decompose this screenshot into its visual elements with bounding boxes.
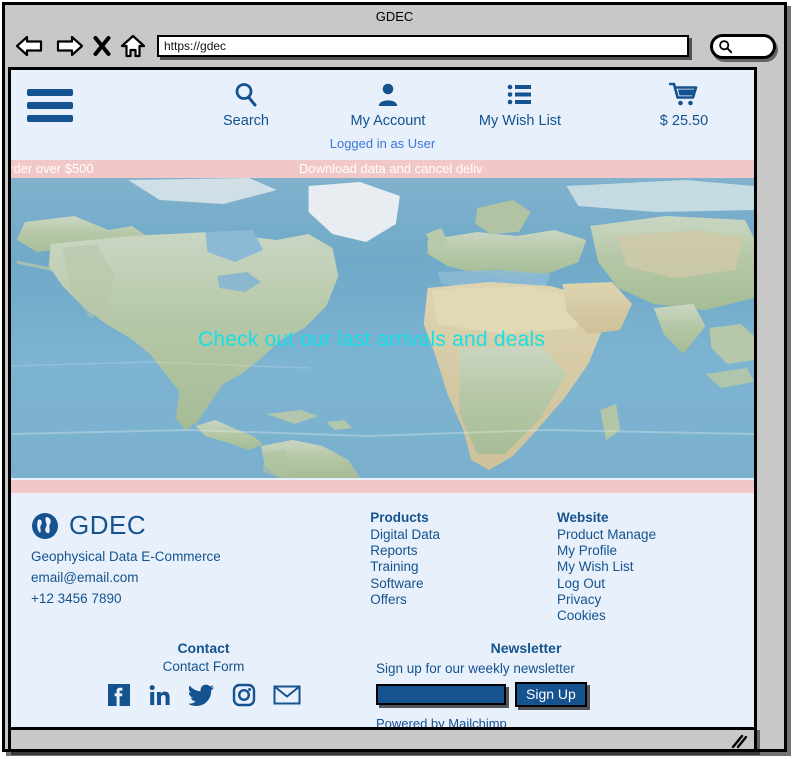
contact-form-link[interactable]: Contact Form bbox=[31, 659, 376, 674]
newsletter-powered-by: Powered by Mailchimp bbox=[376, 716, 507, 727]
email-icon[interactable] bbox=[273, 684, 301, 706]
logged-in-status[interactable]: Logged in as User bbox=[11, 129, 754, 159]
social-links bbox=[31, 683, 376, 707]
footer-link-log-out[interactable]: Log Out bbox=[557, 576, 734, 592]
hamburger-bar bbox=[27, 115, 73, 122]
footer-bottom-row: Contact Contact Form Newsletter Sign up … bbox=[11, 624, 754, 727]
hamburger-bar bbox=[27, 89, 73, 96]
footer-products-column: Products Digital Data Reports Training S… bbox=[370, 510, 557, 624]
promo-message-left: Order over $500 bbox=[11, 161, 94, 176]
brand-tagline: Geophysical Data E-Commerce bbox=[31, 549, 221, 564]
browser-titlebar: GDEC bbox=[5, 5, 784, 27]
nav-label: $ 25.50 bbox=[659, 113, 709, 129]
nav-label: My Account bbox=[350, 113, 426, 129]
newsletter-subtitle: Sign up for our weekly newsletter bbox=[376, 661, 575, 677]
globe-icon bbox=[31, 512, 59, 540]
address-bar[interactable]: https://gdec bbox=[157, 35, 689, 57]
nav-item-cart[interactable]: $ 25.50 bbox=[641, 80, 727, 129]
promo-bar-bottom bbox=[11, 478, 754, 496]
nav-item-my-account[interactable]: My Account bbox=[345, 80, 431, 129]
logged-in-label: Logged in as User bbox=[329, 136, 436, 151]
footer-link-my-profile[interactable]: My Profile bbox=[557, 543, 734, 559]
footer-contact-column: Contact Contact Form bbox=[31, 640, 376, 727]
hamburger-menu-icon[interactable] bbox=[27, 80, 73, 128]
browser-title: GDEC bbox=[375, 8, 414, 24]
nav-label: Search bbox=[223, 113, 269, 129]
address-bar-value: https://gdec bbox=[164, 39, 227, 53]
promo-banner: Order over $500 Download data and cancel… bbox=[11, 159, 754, 178]
footer-website-column: Website Product Manage My Profile My Wis… bbox=[557, 510, 734, 624]
products-heading: Products bbox=[370, 510, 429, 525]
newsletter-email-input[interactable] bbox=[376, 684, 506, 706]
hamburger-bar bbox=[27, 102, 73, 109]
hero-banner[interactable]: Check out our last arrivals and deals bbox=[11, 178, 754, 478]
footer-link-offers[interactable]: Offers bbox=[370, 592, 557, 608]
home-icon[interactable] bbox=[120, 34, 146, 59]
browser-statusbar bbox=[8, 727, 757, 752]
site-header: Search My Account My Wish List $ 25.50 L… bbox=[11, 70, 754, 159]
footer-link-reports[interactable]: Reports bbox=[370, 543, 557, 559]
footer-link-product-manage[interactable]: Product Manage bbox=[557, 527, 734, 543]
footer-link-my-wish-list[interactable]: My Wish List bbox=[557, 559, 734, 575]
list-icon bbox=[507, 80, 533, 110]
site-footer: GDEC Geophysical Data E-Commerce email@e… bbox=[11, 496, 754, 727]
search-icon bbox=[234, 80, 258, 110]
screenshot-root: GDEC https://gdec Search My Account My W… bbox=[0, 0, 802, 759]
browser-search-button[interactable] bbox=[710, 33, 776, 59]
brand-name: GDEC bbox=[69, 510, 147, 540]
footer-brand-column: GDEC Geophysical Data E-Commerce email@e… bbox=[31, 510, 370, 624]
nav-item-search[interactable]: Search bbox=[203, 80, 289, 129]
brand-phone: +12 3456 7890 bbox=[31, 591, 122, 606]
browser-navbar: https://gdec bbox=[5, 27, 784, 65]
close-x-icon[interactable] bbox=[93, 34, 111, 58]
footer-link-privacy[interactable]: Privacy bbox=[557, 592, 734, 608]
promo-message-right: Download data and cancel deliv bbox=[299, 161, 483, 176]
nav-item-my-wish-list[interactable]: My Wish List bbox=[477, 80, 563, 129]
footer-link-training[interactable]: Training bbox=[370, 559, 557, 575]
website-heading: Website bbox=[557, 510, 609, 525]
contact-heading: Contact bbox=[177, 640, 230, 657]
footer-link-cookies[interactable]: Cookies bbox=[557, 608, 734, 624]
twitter-icon[interactable] bbox=[188, 683, 215, 707]
header-nav-row: Search My Account My Wish List $ 25.50 bbox=[11, 80, 754, 129]
hero-headline: Check out our last arrivals and deals bbox=[197, 328, 546, 351]
nav-label: My Wish List bbox=[478, 113, 562, 129]
footer-top-row: GDEC Geophysical Data E-Commerce email@e… bbox=[11, 510, 754, 624]
browser-window: GDEC https://gdec Search My Account My W… bbox=[2, 2, 787, 752]
page-viewport: Search My Account My Wish List $ 25.50 L… bbox=[8, 67, 757, 727]
forward-arrow-icon[interactable] bbox=[54, 34, 84, 58]
footer-link-software[interactable]: Software bbox=[370, 576, 557, 592]
cart-icon bbox=[669, 80, 699, 110]
footer-link-digital-data[interactable]: Digital Data bbox=[370, 527, 557, 543]
back-arrow-icon[interactable] bbox=[15, 34, 45, 58]
brand-email[interactable]: email@email.com bbox=[31, 570, 370, 585]
resize-handle-icon[interactable] bbox=[729, 734, 747, 749]
linkedin-icon[interactable] bbox=[148, 683, 172, 707]
search-icon bbox=[718, 39, 733, 54]
newsletter-signup-button[interactable]: Sign Up bbox=[515, 682, 587, 708]
instagram-icon[interactable] bbox=[232, 683, 256, 707]
brand-row: GDEC bbox=[31, 510, 370, 541]
newsletter-heading: Newsletter bbox=[490, 640, 562, 657]
newsletter-form: Sign Up bbox=[376, 682, 676, 708]
footer-newsletter-column: Newsletter Sign up for our weekly newsle… bbox=[376, 640, 676, 727]
user-icon bbox=[376, 80, 400, 110]
facebook-icon[interactable] bbox=[107, 683, 131, 707]
